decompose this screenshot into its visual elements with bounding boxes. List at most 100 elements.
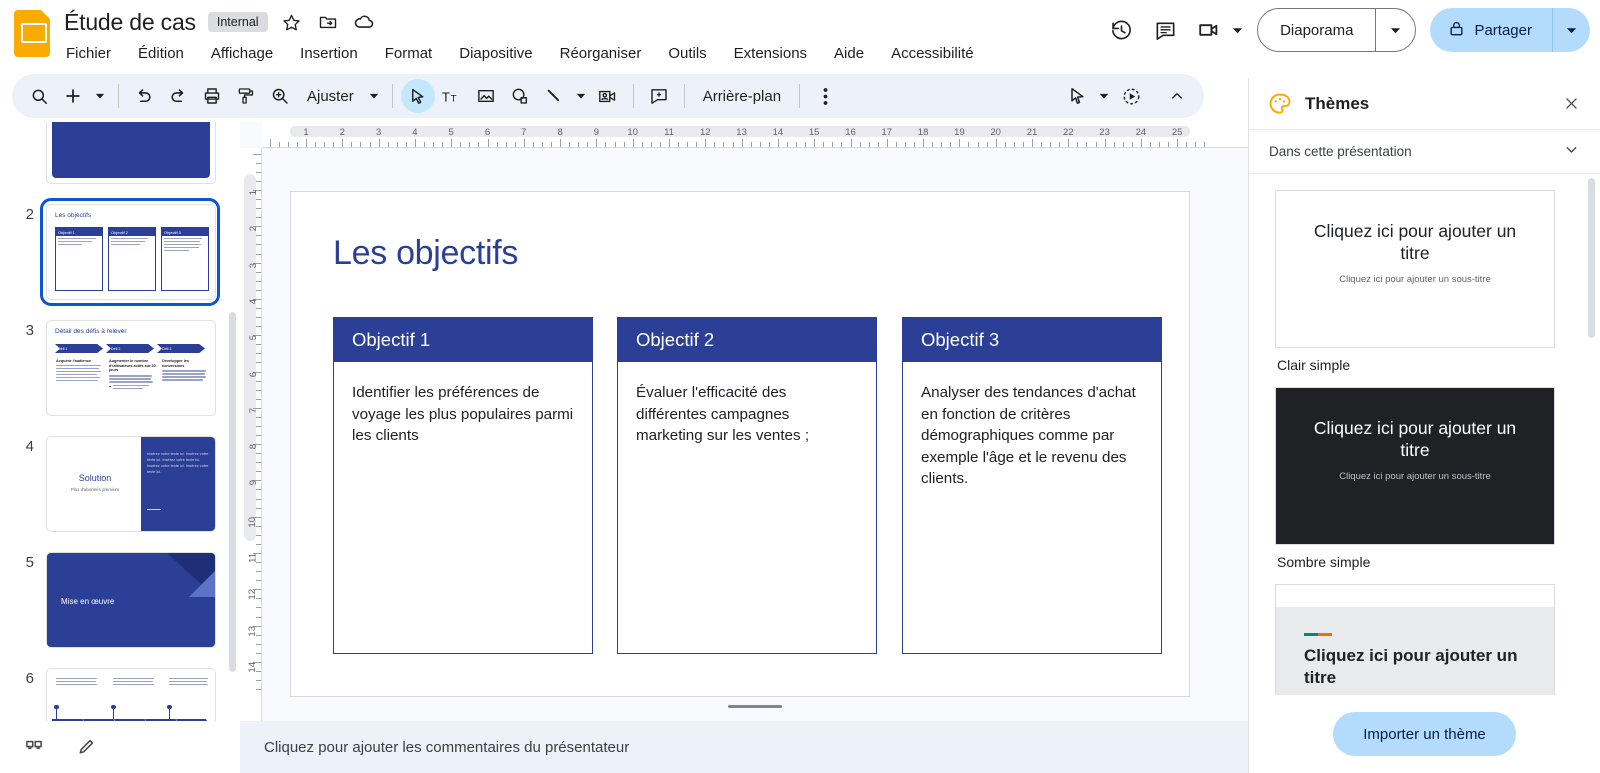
notes-resize-handle[interactable] xyxy=(728,705,782,708)
background-button[interactable]: Arrière-plan xyxy=(693,82,791,111)
meet-chevron-down-icon[interactable] xyxy=(1229,22,1245,38)
objective-card-2[interactable]: Objectif 2 Évaluer l'efficacité des diff… xyxy=(617,317,877,654)
move-to-folder-icon[interactable] xyxy=(316,10,340,34)
canvas-area[interactable]: Les objectifs Objectif 1 Identifier les … xyxy=(262,148,1248,721)
close-icon[interactable] xyxy=(1556,89,1586,119)
theme-thumbnail-2[interactable]: Cliquez ici pour ajouter un titre Clique… xyxy=(1275,387,1555,545)
thumbnail-shell-4[interactable]: Solution Plus d'abonnés premium Insérez … xyxy=(42,432,218,536)
menu-format[interactable]: Format xyxy=(383,43,435,64)
presenter-notes-bar[interactable]: Cliquez pour ajouter les commentaires du… xyxy=(240,721,1248,773)
filmstrip-slide-5[interactable]: 5 Mise en œuvre xyxy=(0,548,240,652)
thumb2-card-1-head: Objectif 1 xyxy=(56,228,102,236)
plus-icon[interactable] xyxy=(56,79,90,113)
paint-roller-icon[interactable] xyxy=(229,79,263,113)
meet-control[interactable] xyxy=(1190,11,1245,49)
share-chevron-down-icon[interactable] xyxy=(1553,8,1590,52)
image-icon[interactable] xyxy=(469,79,503,113)
video-camera-icon[interactable] xyxy=(1190,11,1228,49)
slide-filmstrip[interactable]: 2 Les objectifs Objectif 1 Objectif 2 Ob… xyxy=(0,122,240,721)
star-icon[interactable] xyxy=(280,10,304,34)
line-icon[interactable] xyxy=(537,79,571,113)
ruler-tick xyxy=(256,571,261,573)
objective-card-3[interactable]: Objectif 3 Analyser des tendances d'acha… xyxy=(902,317,1162,654)
text-box-icon[interactable]: TT xyxy=(435,79,469,113)
cursor-arrow-icon[interactable] xyxy=(400,79,435,113)
line-chevron-down-icon[interactable] xyxy=(571,79,591,113)
slideshow-chevron-down-icon[interactable] xyxy=(1376,9,1415,51)
thumbnail-shell-6[interactable]: 03/09/XX 17/09/XX 13/10/XX 28/10/XX 01/1… xyxy=(42,664,218,721)
theme-thumbnail-1[interactable]: Cliquez ici pour ajouter un titre Clique… xyxy=(1275,190,1555,348)
menu-insertion[interactable]: Insertion xyxy=(298,43,360,64)
theme-entry-2[interactable]: Cliquez ici pour ajouter un titre Clique… xyxy=(1249,387,1600,570)
pen-icon[interactable] xyxy=(72,733,100,761)
shape-icon[interactable] xyxy=(503,79,537,113)
search-icon[interactable] xyxy=(22,79,56,113)
filmstrip-scrollbar[interactable] xyxy=(229,312,236,672)
chevron-up-icon[interactable] xyxy=(1160,79,1194,113)
objective-card-1[interactable]: Objectif 1 Identifier les préférences de… xyxy=(333,317,593,654)
slideshow-split-button[interactable]: Diaporama xyxy=(1257,8,1417,52)
thumbnail-shell-1[interactable] xyxy=(42,122,218,188)
ruler-label: 7 xyxy=(247,407,259,414)
new-slide-chevron-down-icon[interactable] xyxy=(90,79,110,113)
filmstrip-slide-4[interactable]: 4 Solution Plus d'abonnés premium Insére… xyxy=(0,432,240,536)
undo-icon[interactable] xyxy=(127,79,161,113)
themes-scrollbar[interactable] xyxy=(1588,178,1595,338)
cloud-saved-icon[interactable] xyxy=(352,10,376,34)
ruler-tick xyxy=(868,142,870,147)
comment-icon[interactable] xyxy=(1146,11,1184,49)
thumbnail-shell-3[interactable]: Détail des défis à relever Défi 1 Défi 2… xyxy=(42,316,218,420)
document-title[interactable]: Étude de cas xyxy=(64,7,196,37)
presenter-notes-placeholder[interactable]: Cliquez pour ajouter les commentaires du… xyxy=(264,721,1224,773)
filmstrip-slide-1[interactable] xyxy=(0,122,240,188)
slide-title-text[interactable]: Les objectifs xyxy=(333,234,518,273)
insert-video-icon[interactable] xyxy=(591,79,625,113)
theme-entry-1[interactable]: Cliquez ici pour ajouter un titre Clique… xyxy=(1249,190,1600,373)
redo-icon[interactable] xyxy=(161,79,195,113)
menu-reorganiser[interactable]: Réorganiser xyxy=(558,43,644,64)
theme-entry-3[interactable]: Cliquez ici pour ajouter un titre xyxy=(1249,584,1600,695)
filmstrip-slide-2[interactable]: 2 Les objectifs Objectif 1 Objectif 2 Ob… xyxy=(0,198,240,306)
zoom-chevron-down-icon[interactable] xyxy=(364,79,384,113)
three-dots-icon[interactable] xyxy=(808,79,842,113)
slide-number-3: 3 xyxy=(25,322,34,339)
menu-affichage[interactable]: Affichage xyxy=(209,43,275,64)
slide-editor: 1 2 3 4 5 6 7 8 9 10 11 12 13 14 15 16 17 18 19 20 21 22 23 24 2… xyxy=(240,122,1248,721)
vertical-ruler[interactable]: 1 2 3 4 5 6 7 8 9 10 11 12 13 14 xyxy=(240,148,262,721)
thumb2-card-3-head: Objectif 3 xyxy=(162,228,208,236)
menu-extensions[interactable]: Extensions xyxy=(732,43,809,64)
thumbnail-shell-5[interactable]: Mise en œuvre xyxy=(42,548,218,652)
ruler-tick xyxy=(369,142,371,147)
thumbnail-shell-2[interactable]: Les objectifs Objectif 1 Objectif 2 Obje… xyxy=(40,198,220,306)
ruler-tick xyxy=(256,326,261,328)
laser-chevron-down-icon[interactable] xyxy=(1094,79,1114,113)
current-slide-canvas[interactable]: Les objectifs Objectif 1 Identifier les … xyxy=(290,191,1190,697)
horizontal-ruler[interactable]: 1 2 3 4 5 6 7 8 9 10 11 12 13 14 15 16 17 18 19 20 21 22 23 24 2… xyxy=(262,122,1248,148)
share-button[interactable]: Partager xyxy=(1430,8,1552,52)
menu-diapositive[interactable]: Diapositive xyxy=(457,43,534,64)
filmstrip-slide-6[interactable]: 6 xyxy=(0,664,240,721)
share-split-button[interactable]: Partager xyxy=(1430,8,1590,52)
menu-fichier[interactable]: Fichier xyxy=(64,43,113,64)
slideshow-button[interactable]: Diaporama xyxy=(1258,9,1375,51)
print-icon[interactable] xyxy=(195,79,229,113)
zoom-level-label[interactable]: Ajuster xyxy=(297,82,364,111)
themes-section-selector[interactable]: Dans cette présentation xyxy=(1249,130,1600,174)
add-comment-icon[interactable] xyxy=(642,79,676,113)
zoom-in-icon[interactable] xyxy=(263,79,297,113)
themes-list[interactable]: Cliquez ici pour ajouter un titre Clique… xyxy=(1249,174,1600,695)
ruler-tick xyxy=(814,139,816,147)
theme-thumbnail-3[interactable]: Cliquez ici pour ajouter un titre xyxy=(1275,584,1555,695)
chevron-down-icon[interactable] xyxy=(1563,141,1580,163)
ruler-tick xyxy=(877,142,879,147)
filmstrip-slide-3[interactable]: 3 Détail des défis à relever Défi 1 Défi… xyxy=(0,316,240,420)
menu-edition[interactable]: Édition xyxy=(136,43,186,64)
import-theme-button[interactable]: Importer un thème xyxy=(1333,712,1516,756)
version-history-icon[interactable] xyxy=(1102,11,1140,49)
menu-outils[interactable]: Outils xyxy=(666,43,708,64)
menu-accessibilite[interactable]: Accessibilité xyxy=(889,43,976,64)
menu-aide[interactable]: Aide xyxy=(832,43,866,64)
present-icon[interactable] xyxy=(1114,79,1148,113)
laser-pointer-icon[interactable] xyxy=(1060,79,1094,113)
grid-view-icon[interactable] xyxy=(20,733,48,761)
